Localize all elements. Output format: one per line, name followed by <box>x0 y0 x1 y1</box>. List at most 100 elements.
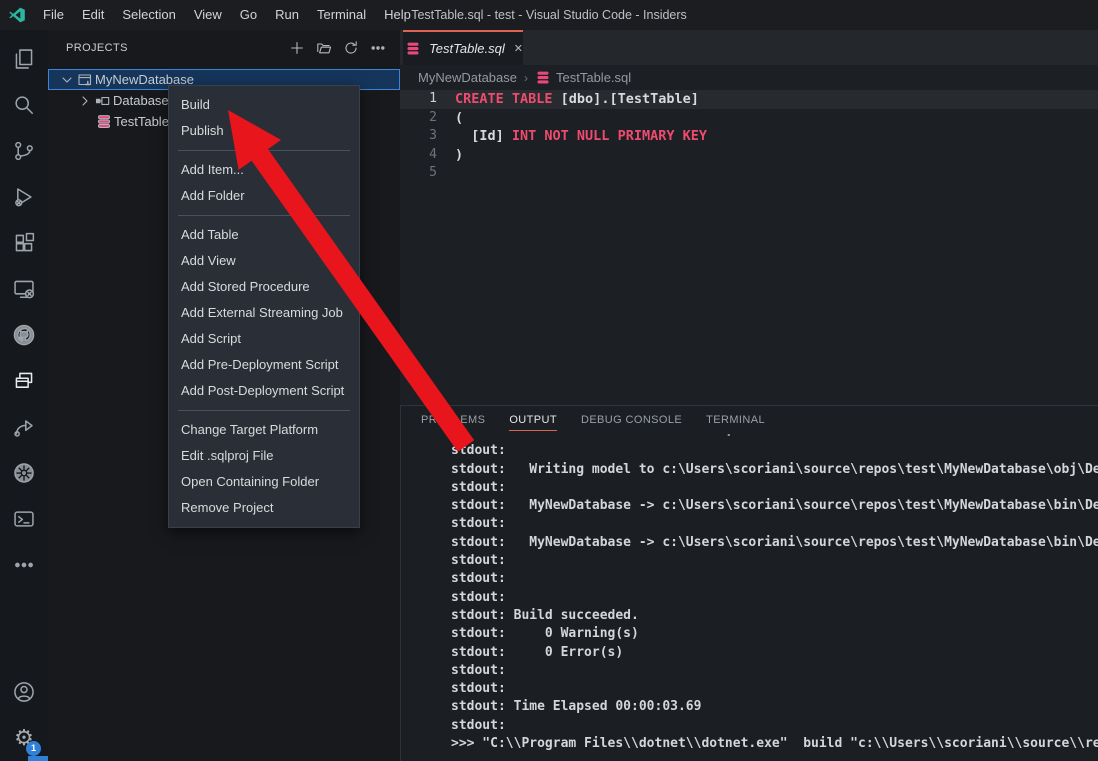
line-number: 5 <box>400 164 437 183</box>
database-file-icon <box>535 70 551 86</box>
statusbar-fragment <box>28 756 48 761</box>
sidebar-actions <box>289 30 386 65</box>
close-icon[interactable]: ✕ <box>514 42 523 55</box>
editor-tab-strip: TestTable.sql ✕ <box>400 30 1098 65</box>
tab-label: TestTable.sql <box>429 41 505 56</box>
account-icon[interactable] <box>0 669 48 715</box>
menu-item-open-containing-folder[interactable]: Open Containing Folder <box>169 469 359 495</box>
menu-go[interactable]: Go <box>231 0 266 30</box>
activity-bar: ⚙1 <box>0 30 48 761</box>
menu-view[interactable]: View <box>185 0 231 30</box>
menu-separator <box>178 215 350 216</box>
output-line: stdout: <box>451 552 1098 570</box>
breadcrumb-label: TestTable.sql <box>556 70 631 85</box>
menu-item-edit-sqlproj-file[interactable]: Edit .sqlproj File <box>169 443 359 469</box>
share-icon[interactable] <box>0 404 48 450</box>
output-lines: - . - -stdout: stdout: Writing model to … <box>401 434 1098 753</box>
output-line: stdout: 0 Error(s) <box>451 644 1098 662</box>
menu-item-add-pre-deployment-script[interactable]: Add Pre-Deployment Script <box>169 352 359 378</box>
menu-help[interactable]: Help <box>375 0 420 30</box>
output-line: stdout: <box>451 479 1098 497</box>
menu-item-change-target-platform[interactable]: Change Target Platform <box>169 417 359 443</box>
refresh-icon[interactable] <box>343 40 359 56</box>
bottom-panel: PROBLEMS OUTPUT DEBUG CONSOLE TERMINAL - . … <box>400 405 1098 761</box>
breadcrumb-label: MyNewDatabase <box>418 70 517 85</box>
menu-item-remove-project[interactable]: Remove Project <box>169 495 359 521</box>
output-line: stdout: 0 Warning(s) <box>451 625 1098 643</box>
powershell-icon[interactable] <box>0 496 48 542</box>
code-line-3: 3 [Id] INT NOT NULL PRIMARY KEY <box>400 127 1098 146</box>
menu-terminal[interactable]: Terminal <box>308 0 375 30</box>
more-icon[interactable] <box>370 40 386 56</box>
output-line: stdout: <box>451 589 1098 607</box>
panel-tab-output[interactable]: OUTPUT <box>509 406 557 434</box>
settings-badge: 1 <box>26 741 41 756</box>
extensions-icon[interactable] <box>0 220 48 266</box>
breadcrumb-item[interactable]: TestTable.sql <box>535 70 631 86</box>
github-icon[interactable] <box>0 312 48 358</box>
source-control-icon[interactable] <box>0 128 48 174</box>
menu-item-add-view[interactable]: Add View <box>169 248 359 274</box>
code-line-1: 1CREATE TABLE [dbo].[TestTable] <box>400 90 1098 109</box>
code-line-5: 5 <box>400 164 1098 183</box>
activity-bottom: ⚙1 <box>0 669 48 761</box>
chevron-down-icon[interactable] <box>58 72 75 88</box>
panel-tab-problems[interactable]: PROBLEMS <box>421 406 485 434</box>
code-text: CREATE TABLE [dbo].[TestTable] <box>437 90 699 109</box>
menu-item-build[interactable]: Build <box>169 92 359 118</box>
menu-item-add-item-[interactable]: Add Item... <box>169 157 359 183</box>
menu-item-add-external-streaming-job[interactable]: Add External Streaming Job <box>169 300 359 326</box>
menu-item-add-post-deployment-script[interactable]: Add Post-Deployment Script <box>169 378 359 404</box>
editor-group[interactable]: TestTable.sql ✕ MyNewDatabase›TestTable.… <box>400 30 1098 405</box>
menu-edit[interactable]: Edit <box>73 0 113 30</box>
database-file-icon <box>403 41 423 57</box>
project-icon <box>75 72 95 88</box>
menu-run[interactable]: Run <box>266 0 308 30</box>
breadcrumb-item[interactable]: MyNewDatabase <box>418 70 517 85</box>
code-editor[interactable]: 1CREATE TABLE [dbo].[TestTable]2(3 [Id] … <box>400 90 1098 183</box>
output-line: stdout: Writing model to c:\Users\scoria… <box>451 461 1098 479</box>
breadcrumb[interactable]: MyNewDatabase›TestTable.sql <box>400 65 1098 90</box>
add-icon[interactable] <box>289 40 305 56</box>
code-text <box>437 164 455 183</box>
output-line: >>> "C:\\Program Files\\dotnet\\dotnet.e… <box>451 735 1098 753</box>
explorer-icon[interactable] <box>0 36 48 82</box>
kubernetes-icon[interactable] <box>0 450 48 496</box>
remote-explorer-icon[interactable] <box>0 266 48 312</box>
tab-testtable-sql[interactable]: TestTable.sql ✕ <box>403 30 523 65</box>
search-icon[interactable] <box>0 82 48 128</box>
menu-item-add-folder[interactable]: Add Folder <box>169 183 359 209</box>
reference-icon <box>93 93 113 109</box>
output-line: stdout: <box>451 680 1098 698</box>
code-line-2: 2( <box>400 109 1098 128</box>
menu-bar: FileEditSelectionViewGoRunTerminalHelp <box>34 0 420 30</box>
database-projects-icon[interactable] <box>0 358 48 404</box>
open-folder-icon[interactable] <box>316 40 332 56</box>
menu-file[interactable]: File <box>34 0 73 30</box>
code-text: ( <box>437 109 463 128</box>
panel-tabs: PROBLEMS OUTPUT DEBUG CONSOLE TERMINAL <box>401 406 1098 434</box>
chevron-right-icon[interactable] <box>76 93 93 109</box>
panel-tab-terminal[interactable]: TERMINAL <box>706 406 765 434</box>
menu-selection[interactable]: Selection <box>113 0 184 30</box>
menu-item-add-table[interactable]: Add Table <box>169 222 359 248</box>
run-debug-icon[interactable] <box>0 174 48 220</box>
menu-item-add-script[interactable]: Add Script <box>169 326 359 352</box>
settings-icon[interactable]: ⚙1 <box>0 715 48 761</box>
output-line: stdout: Time Elapsed 00:00:03.69 <box>451 698 1098 716</box>
line-number: 2 <box>400 109 437 128</box>
output-line: stdout: <box>451 662 1098 680</box>
output-line: stdout: MyNewDatabase -> c:\Users\scoria… <box>451 497 1098 515</box>
menu-item-add-stored-procedure[interactable]: Add Stored Procedure <box>169 274 359 300</box>
more-icon[interactable] <box>0 542 48 588</box>
database-file-icon <box>94 114 114 130</box>
vscode-window: FileEditSelectionViewGoRunTerminalHelp T… <box>0 0 1098 761</box>
output-line: stdout: <box>451 570 1098 588</box>
code-text: [Id] INT NOT NULL PRIMARY KEY <box>437 127 707 146</box>
output-line: stdout: MyNewDatabase -> c:\Users\scoria… <box>451 534 1098 552</box>
menu-item-publish[interactable]: Publish <box>169 118 359 144</box>
output-console[interactable]: - . - -stdout: stdout: Writing model to … <box>401 434 1098 761</box>
panel-tab-debug-console[interactable]: DEBUG CONSOLE <box>581 406 682 434</box>
output-line: stdout: <box>451 515 1098 533</box>
line-number: 3 <box>400 127 437 146</box>
